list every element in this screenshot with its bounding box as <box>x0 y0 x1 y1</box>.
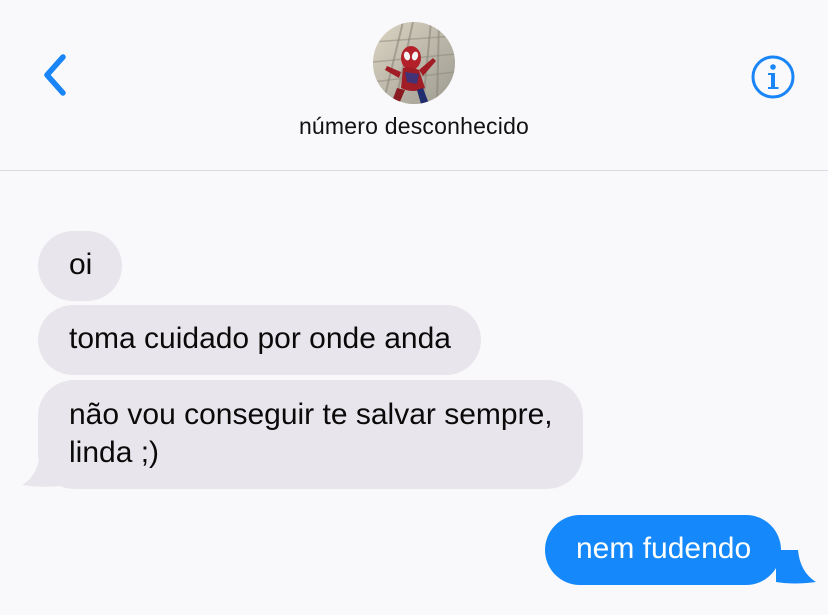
message-text: nem fudendo <box>576 532 752 565</box>
spiderman-avatar-icon <box>373 22 455 104</box>
outgoing-message-bubble[interactable]: nem fudendo <box>545 515 782 585</box>
message-text-line: não vou conseguir te salvar sempre, <box>69 398 553 431</box>
incoming-message-bubble[interactable]: toma cuidado por onde anda <box>38 305 481 375</box>
chevron-left-icon <box>44 54 66 96</box>
conversation-header: número desconhecido <box>0 0 828 171</box>
incoming-message-bubble[interactable]: não vou conseguir te salvar sempre, lind… <box>38 380 583 489</box>
back-button[interactable] <box>30 48 78 102</box>
message-text: toma cuidado por onde anda <box>69 322 451 355</box>
incoming-message-bubble[interactable]: oi <box>38 231 123 301</box>
imessage-conversation-screen: número desconhecido oi toma cuidado por … <box>0 0 828 615</box>
info-circle-icon <box>751 55 795 99</box>
contact-avatar[interactable] <box>373 22 455 104</box>
message-text: oi <box>69 248 93 281</box>
contact-name[interactable]: número desconhecido <box>214 113 614 140</box>
info-button[interactable] <box>748 52 798 102</box>
message-text-line: linda ;) <box>69 436 160 469</box>
